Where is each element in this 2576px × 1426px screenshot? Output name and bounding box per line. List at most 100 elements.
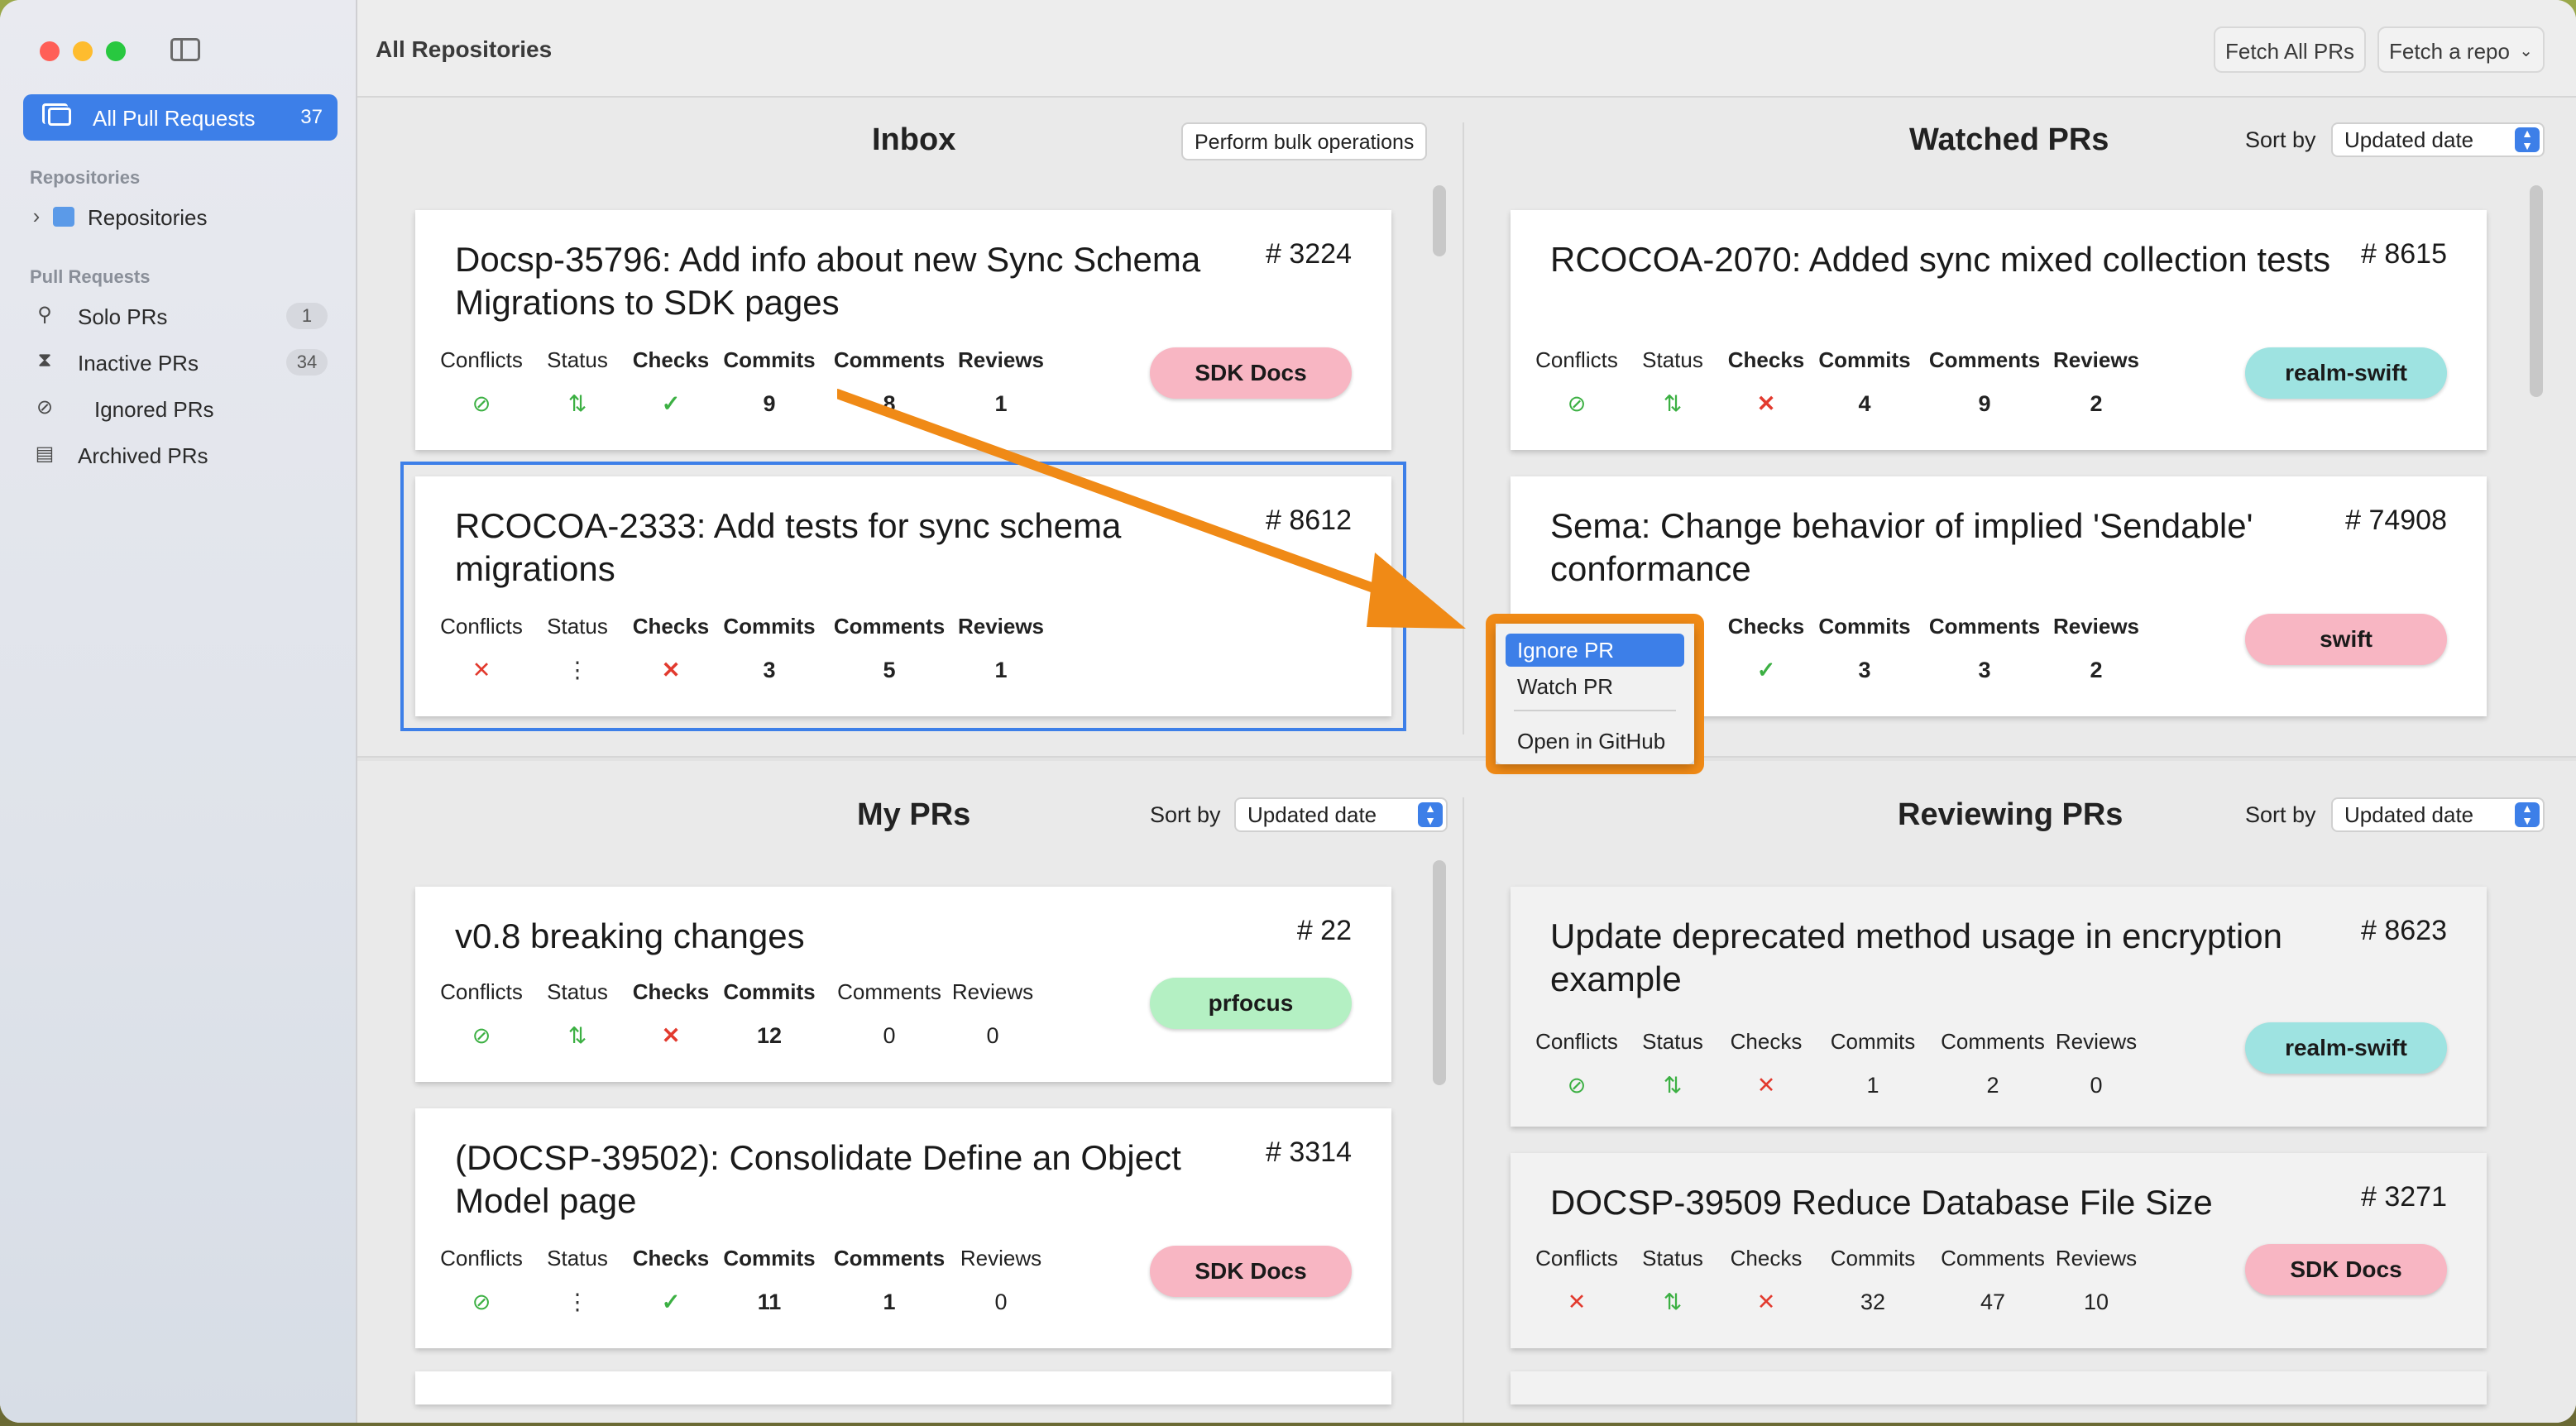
chevron-right-icon[interactable]: › <box>28 203 45 228</box>
repo-tag[interactable]: realm-swift <box>2245 1022 2447 1074</box>
checks-metric: Checks ✕ <box>617 614 725 683</box>
pr-card[interactable]: (DOCSP-39502): Consolidate Define an Obj… <box>415 1108 1391 1348</box>
divider <box>1463 797 1464 1423</box>
context-menu: Ignore PR Watch PR Open in GitHub <box>1486 614 1704 774</box>
checks-metric: Checks ✓ <box>617 347 725 417</box>
sidebar-item-label: Inactive PRs <box>78 351 199 376</box>
pr-number: # 3224 <box>1266 238 1352 270</box>
status-metric: Status ⋮ <box>528 1246 627 1315</box>
stack-icon <box>42 103 71 126</box>
commits-metric: Commits 3 <box>1818 614 1911 682</box>
x-icon: ✕ <box>1756 391 1776 416</box>
checks-metric: Checks ✕ <box>617 979 725 1049</box>
sidebar: All Pull Requests 37 Repositories › Repo… <box>0 0 357 1423</box>
checkmark-icon: ✓ <box>661 1290 681 1314</box>
sidebar-toggle-icon[interactable] <box>170 38 200 61</box>
person-icon: ⚲ <box>37 304 52 326</box>
sort-select-value: Updated date <box>2344 802 2474 827</box>
reviews-metric: Reviews 0 <box>951 979 1034 1048</box>
inbox-scrollbar[interactable] <box>1433 185 1446 256</box>
fetch-all-prs-button[interactable]: Fetch All PRs <box>2214 26 2367 73</box>
folder-icon <box>53 207 74 227</box>
pull-request-icon: ⇅ <box>567 1023 587 1048</box>
status-metric: Status ⇅ <box>1623 1029 1722 1098</box>
commits-metric: Commits 4 <box>1818 347 1911 416</box>
sidebar-section-repositories: Repositories <box>30 167 141 188</box>
pull-request-icon: ⇅ <box>1663 391 1683 416</box>
updown-chevron-icon: ▲ ▼ <box>2515 802 2540 827</box>
sidebar-item-label: All Pull Requests <box>93 106 256 131</box>
x-icon: ✕ <box>1756 1290 1776 1314</box>
sort-select-value: Updated date <box>1247 802 1377 827</box>
repo-tag[interactable]: prfocus <box>1150 978 1352 1029</box>
pr-card[interactable]: v0.8 breaking changes # 22 Conflicts ⊘ St… <box>415 887 1391 1082</box>
menu-item-ignore-pr[interactable]: Ignore PR <box>1506 634 1684 667</box>
commits-metric: Commits 3 <box>723 614 816 682</box>
sidebar-item-repositories[interactable]: › Repositories <box>30 200 328 233</box>
status-metric: Status ⇅ <box>528 979 627 1049</box>
comments-metric: Comments 2 <box>1941 1029 2045 1098</box>
repo-tag[interactable]: realm-swift <box>2245 347 2447 399</box>
zoom-window-button[interactable] <box>106 41 126 61</box>
close-window-button[interactable] <box>40 41 60 61</box>
repo-tag[interactable]: swift <box>2245 614 2447 665</box>
status-metric: Status ⋮ <box>528 614 627 683</box>
minimize-window-button[interactable] <box>73 41 93 61</box>
pr-title: (DOCSP-39502): Consolidate Define an Obj… <box>455 1138 1181 1220</box>
sort-by-label: Sort by <box>2245 127 2316 152</box>
reviews-metric: Reviews 2 <box>2052 614 2140 682</box>
x-icon: ✕ <box>661 1023 681 1048</box>
comments-metric: Comments 0 <box>837 979 941 1048</box>
watched-scrollbar[interactable] <box>2530 185 2543 397</box>
checks-metric: Checks ✕ <box>1712 1246 1820 1315</box>
commits-metric: Commits 9 <box>723 347 816 416</box>
menu-item-watch-pr[interactable]: Watch PR <box>1506 670 1684 703</box>
pr-card[interactable] <box>415 1371 1391 1404</box>
sort-select[interactable]: Updated date ▲ ▼ <box>2331 122 2545 157</box>
menu-item-open-in-github[interactable]: Open in GitHub <box>1506 725 1684 758</box>
fetch-a-repo-button[interactable]: Fetch a repo ⌄ <box>2377 26 2545 73</box>
watched-prs-title: Watched PRs <box>1909 122 2109 157</box>
repo-tag[interactable]: SDK Docs <box>1150 1246 1352 1297</box>
sidebar-item-label: Solo PRs <box>78 304 168 329</box>
updown-chevron-icon: ▲ ▼ <box>2515 127 2540 152</box>
sidebar-item-count: 34 <box>286 349 328 376</box>
commits-metric: Commits 11 <box>723 1246 816 1314</box>
sidebar-item-archived-prs[interactable]: ▤ Archived PRs <box>30 438 328 471</box>
repo-tag[interactable]: SDK Docs <box>2245 1244 2447 1295</box>
status-metric: Status ⇅ <box>1623 347 1722 417</box>
divider <box>357 756 2576 761</box>
x-icon: ✕ <box>1756 1073 1776 1098</box>
commits-metric: Commits 32 <box>1830 1246 1916 1314</box>
sidebar-item-inactive-prs[interactable]: ⧗ Inactive PRs 34 <box>30 346 328 379</box>
sort-select[interactable]: Updated date ▲ ▼ <box>2331 797 2545 832</box>
pr-card[interactable]: RCOCOA-2070: Added sync mixed collection… <box>1511 210 2487 450</box>
pr-title: Docsp-35796: Add info about new Sync Sch… <box>455 240 1201 322</box>
sidebar-item-ignored-prs[interactable]: ⊘ Ignored PRs <box>30 392 328 425</box>
sidebar-item-solo-prs[interactable]: ⚲ Solo PRs 1 <box>30 299 328 333</box>
reviews-metric: Reviews 0 <box>2055 1029 2138 1098</box>
status-metric: Status ⇅ <box>1623 1246 1722 1315</box>
sort-by-label: Sort by <box>1150 802 1221 827</box>
draft-pr-icon: ⋮ <box>566 658 589 682</box>
comments-metric: Comments 3 <box>1928 614 2041 682</box>
annotation-arrow <box>837 389 1466 629</box>
reviews-metric: Reviews 2 <box>2052 347 2140 416</box>
checks-metric: Checks ✕ <box>1712 347 1820 417</box>
my-prs-scrollbar[interactable] <box>1433 860 1446 1085</box>
perform-bulk-operations-button[interactable]: Perform bulk operations <box>1181 122 1428 160</box>
pr-number: # 3314 <box>1266 1136 1352 1168</box>
comments-metric: Comments 9 <box>1928 347 2041 416</box>
reviews-metric: Reviews 10 <box>2055 1246 2138 1314</box>
fetch-a-repo-label: Fetch a repo <box>2389 39 2510 64</box>
sidebar-item-all-pull-requests[interactable]: All Pull Requests 37 <box>23 94 338 141</box>
draft-pr-icon: ⋮ <box>566 1290 589 1314</box>
sidebar-item-count: 1 <box>286 303 328 329</box>
reviewing-prs-title: Reviewing PRs <box>1898 797 2124 832</box>
pr-card[interactable]: Update deprecated method usage in encryp… <box>1511 887 2487 1127</box>
pr-card[interactable] <box>1511 1371 2487 1404</box>
window-title: All Repositories <box>376 36 553 62</box>
sort-select[interactable]: Updated date ▲ ▼ <box>1234 797 1448 832</box>
sidebar-item-label: Repositories <box>88 205 208 230</box>
pr-card[interactable]: DOCSP-39509 Reduce Database File Size # … <box>1511 1153 2487 1348</box>
